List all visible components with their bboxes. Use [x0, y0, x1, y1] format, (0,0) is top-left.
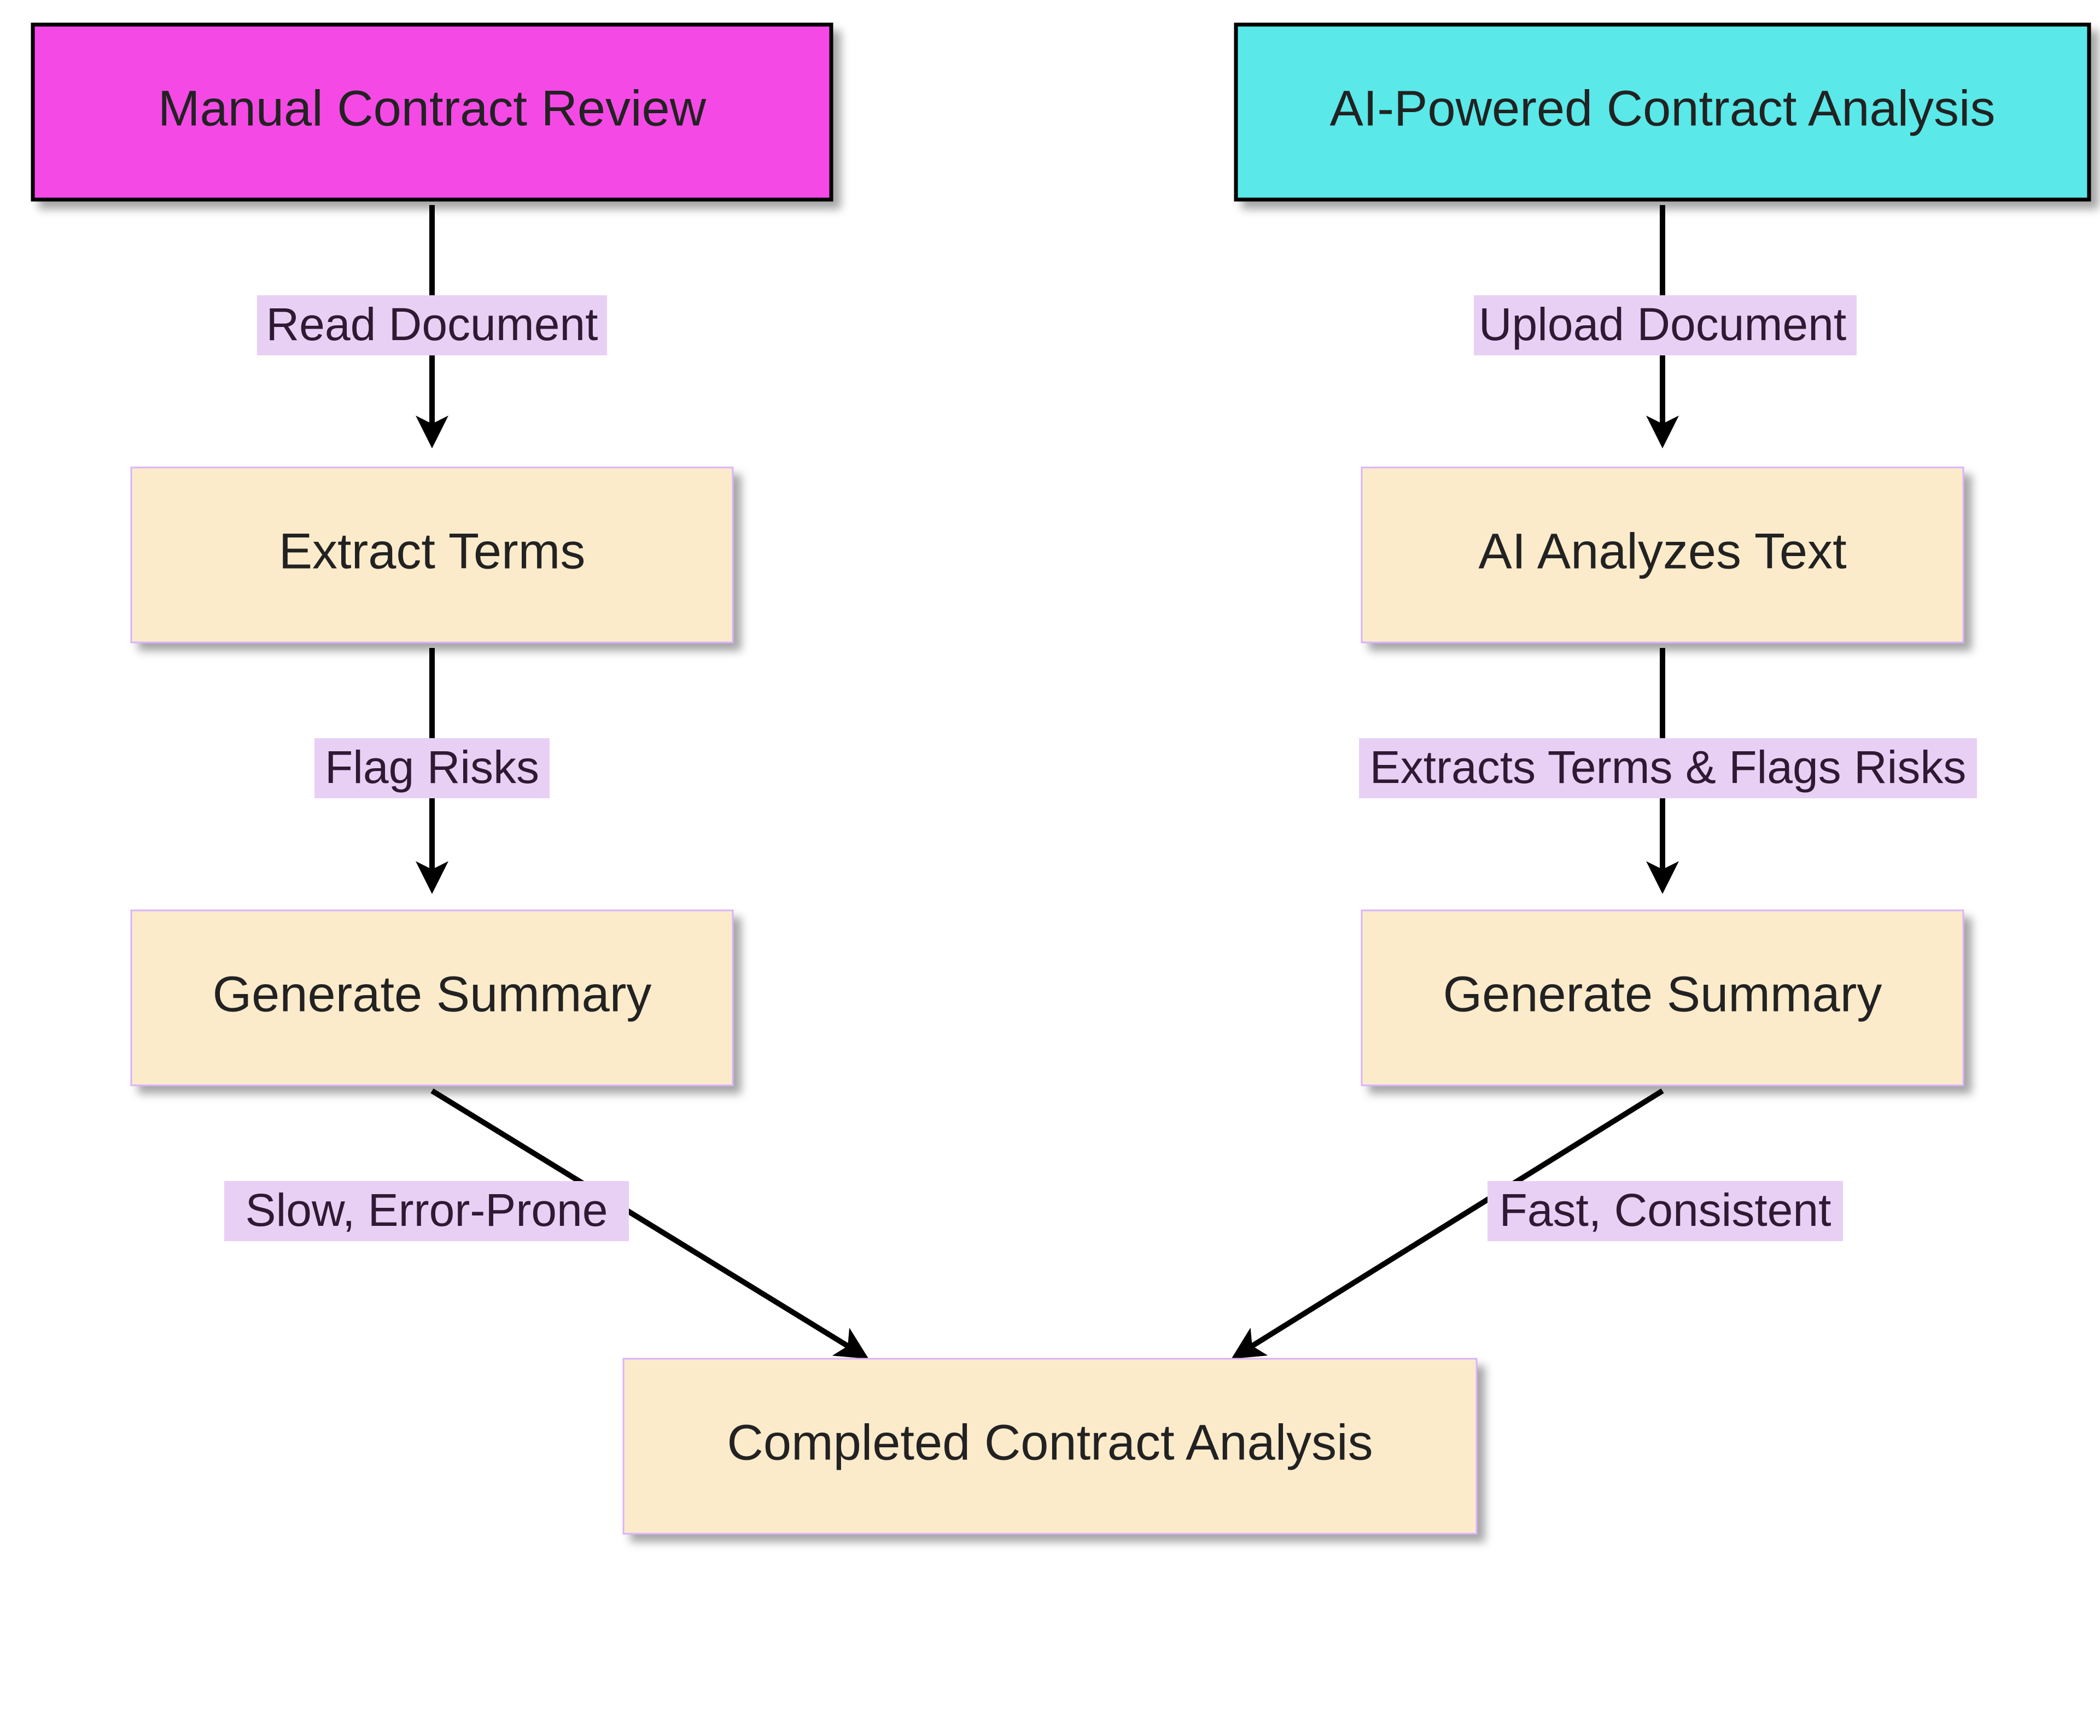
- flowchart-canvas: Manual Contract Review Read Document Ext…: [0, 0, 2100, 1736]
- node-ai-analyzes-text: AI Analyzes Text: [1478, 523, 1846, 579]
- node-ai-header-text: AI-Powered Contract Analysis: [1330, 80, 1996, 136]
- node-extract-terms-text: Extract Terms: [279, 523, 586, 579]
- node-manual-header-text: Manual Contract Review: [158, 80, 707, 136]
- edge-label-left-2: Flag Risks: [325, 741, 539, 793]
- edge-label-right-1: Upload Document: [1479, 299, 1846, 350]
- edge-label-right-2: Extracts Terms & Flags Risks: [1370, 741, 1967, 793]
- edge-label-left-3: Slow, Error-Prone: [246, 1184, 608, 1236]
- edge-label-right-3: Fast, Consistent: [1500, 1184, 1831, 1236]
- edge-label-left-1: Read Document: [266, 299, 598, 350]
- node-generate-summary-right-text: Generate Summary: [1443, 966, 1882, 1022]
- node-generate-summary-left-text: Generate Summary: [213, 966, 652, 1022]
- node-end-text: Completed Contract Analysis: [727, 1414, 1373, 1470]
